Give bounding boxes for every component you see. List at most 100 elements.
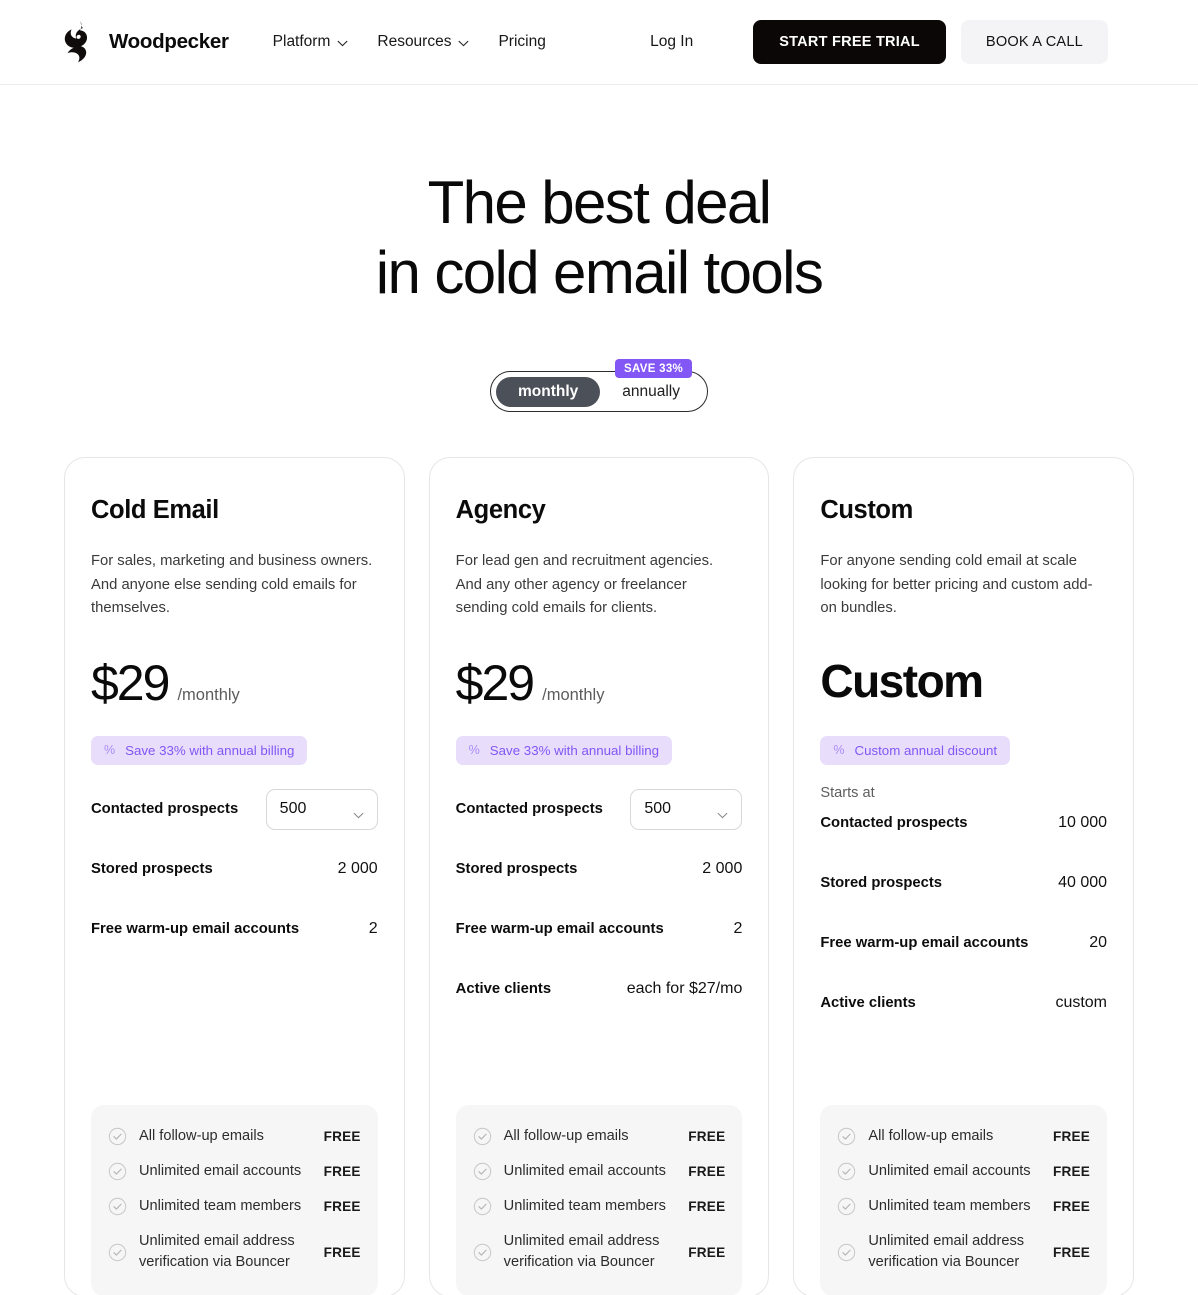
select-value: 500 — [279, 800, 307, 818]
feature-name: Unlimited email accounts — [503, 1162, 666, 1179]
spec-row-warmup-accounts: Free warm-up email accounts 2 — [456, 907, 743, 951]
check-circle-icon — [108, 1197, 127, 1216]
feature-name: Unlimited email address verification via… — [503, 1233, 660, 1271]
feature-name: All follow-up emails — [868, 1127, 994, 1144]
feature-item: Unlimited email address verification via… — [837, 1224, 1090, 1280]
check-circle-icon — [837, 1197, 856, 1216]
check-circle-icon — [837, 1162, 856, 1181]
spec-value: each for $27/mo — [626, 980, 743, 998]
nav-label-platform: Platform — [272, 33, 331, 50]
nav-item-pricing[interactable]: Pricing — [498, 33, 545, 51]
feature-value: FREE — [323, 1128, 361, 1144]
check-circle-icon — [108, 1243, 127, 1262]
feature-item: Unlimited team members FREE — [108, 1189, 361, 1224]
card-spacer — [91, 951, 378, 1105]
feature-item: Unlimited email accounts FREE — [473, 1154, 726, 1189]
header-actions: Log In START FREE TRIAL BOOK A CALL — [650, 20, 1108, 64]
spec-label: Contacted prospects — [91, 801, 239, 818]
check-circle-icon — [108, 1127, 127, 1146]
plan-discount-badge: % Save 33% with annual billing — [91, 736, 308, 766]
spec-label: Stored prospects — [455, 861, 578, 878]
chevron-down-icon — [717, 806, 728, 818]
nav-item-resources[interactable]: Resources — [377, 33, 469, 51]
check-circle-icon — [473, 1162, 492, 1181]
spec-row-stored-prospects: Stored prospects 2 000 — [91, 847, 378, 891]
plan-description: For anyone sending cold email at scale l… — [820, 553, 1093, 616]
feature-item: All follow-up emails FREE — [473, 1119, 726, 1154]
feature-item: Unlimited email accounts FREE — [108, 1154, 361, 1189]
check-circle-icon — [473, 1197, 492, 1216]
brand-logo[interactable]: Woodpecker — [60, 20, 229, 64]
spec-row-active-clients: Active clients custom — [820, 981, 1107, 1025]
check-circle-icon — [837, 1127, 856, 1146]
spec-value: 40 000 — [1058, 874, 1108, 892]
select-value: 500 — [644, 800, 672, 818]
feature-name: All follow-up emails — [139, 1127, 264, 1144]
main-nav: Platform Resources Pricing — [273, 33, 546, 51]
feature-name: All follow-up emails — [503, 1127, 629, 1144]
page-title: The best deal in cold email tools — [0, 168, 1198, 308]
feature-value: FREE — [1052, 1128, 1091, 1144]
spec-row-contacted-prospects: Contacted prospects 500 — [91, 787, 378, 831]
spec-value: custom — [1055, 994, 1108, 1012]
feature-value: FREE — [688, 1244, 726, 1260]
toggle-option-annually[interactable]: annually — [600, 377, 702, 407]
feature-value: FREE — [323, 1198, 361, 1214]
feature-value: FREE — [688, 1198, 726, 1214]
feature-name: Unlimited email accounts — [868, 1162, 1031, 1179]
toggle-option-monthly[interactable]: monthly — [495, 376, 601, 407]
feature-item: Unlimited email address verification via… — [108, 1224, 361, 1280]
feature-value: FREE — [323, 1244, 361, 1260]
check-circle-icon — [108, 1162, 127, 1181]
feature-name: Unlimited email address verification via… — [868, 1233, 1025, 1271]
plan-period: /monthly — [542, 686, 605, 705]
billing-toggle-wrapper: monthly annually SAVE 33% — [0, 359, 1198, 413]
feature-item: Unlimited team members FREE — [473, 1189, 726, 1224]
feature-name: Unlimited team members — [503, 1197, 666, 1214]
spec-label: Active clients — [455, 981, 552, 998]
feature-value: FREE — [1052, 1198, 1091, 1214]
pricing-card-agency: Agency For lead gen and recruitment agen… — [428, 457, 770, 1295]
plan-features-list: All follow-up emails FREE Unlimited emai… — [820, 1104, 1108, 1295]
plan-name: Custom — [820, 496, 913, 525]
feature-name: Unlimited team members — [139, 1197, 302, 1214]
plan-discount-badge: % Custom annual discount — [820, 736, 1011, 766]
spec-label: Active clients — [820, 995, 916, 1012]
feature-value: FREE — [688, 1128, 726, 1144]
plan-price-row: $29 /monthly — [456, 658, 743, 720]
spec-value: 2 000 — [337, 860, 378, 878]
plan-price-row: $29 /monthly — [91, 658, 378, 720]
contacted-prospects-select[interactable]: 500 — [265, 788, 378, 830]
spec-row-contacted-prospects: Contacted prospects 500 — [456, 787, 743, 831]
chevron-down-icon — [353, 806, 364, 818]
nav-label-pricing: Pricing — [498, 33, 546, 50]
spec-row-stored-prospects: Stored prospects 2 000 — [456, 847, 743, 891]
percent-icon: % — [468, 743, 480, 758]
billing-toggle[interactable]: monthly annually SAVE 33% — [489, 359, 709, 413]
feature-value: FREE — [1052, 1163, 1091, 1179]
book-a-call-button[interactable]: BOOK A CALL — [960, 20, 1108, 64]
card-spacer — [456, 1011, 743, 1105]
feature-value: FREE — [323, 1163, 361, 1179]
hero-line-1: The best deal — [427, 169, 772, 236]
plan-discount-text: Save 33% with annual billing — [489, 743, 660, 759]
login-link[interactable]: Log In — [650, 33, 693, 51]
spec-label: Free warm-up email accounts — [455, 921, 664, 938]
spec-row-active-clients: Active clients each for $27/mo — [456, 967, 743, 1011]
feature-item: Unlimited team members FREE — [837, 1189, 1090, 1224]
spec-label: Contacted prospects — [455, 801, 603, 818]
spec-label: Free warm-up email accounts — [91, 921, 300, 938]
feature-item: All follow-up emails FREE — [108, 1119, 361, 1154]
starts-at-label: Starts at — [820, 785, 875, 802]
feature-name: Unlimited team members — [868, 1197, 1031, 1214]
start-free-trial-button[interactable]: START FREE TRIAL — [753, 20, 946, 64]
pricing-card-custom: Custom For anyone sending cold email at … — [793, 457, 1135, 1295]
plan-features-list: All follow-up emails FREE Unlimited emai… — [91, 1104, 378, 1295]
contacted-prospects-select[interactable]: 500 — [630, 788, 743, 830]
plan-discount-text: Save 33% with annual billing — [125, 743, 295, 759]
feature-value: FREE — [1052, 1244, 1091, 1260]
spec-row-warmup-accounts: Free warm-up email accounts 2 — [91, 907, 378, 951]
percent-icon: % — [833, 743, 845, 758]
nav-item-platform[interactable]: Platform — [273, 33, 349, 51]
chevron-down-icon — [458, 40, 469, 47]
